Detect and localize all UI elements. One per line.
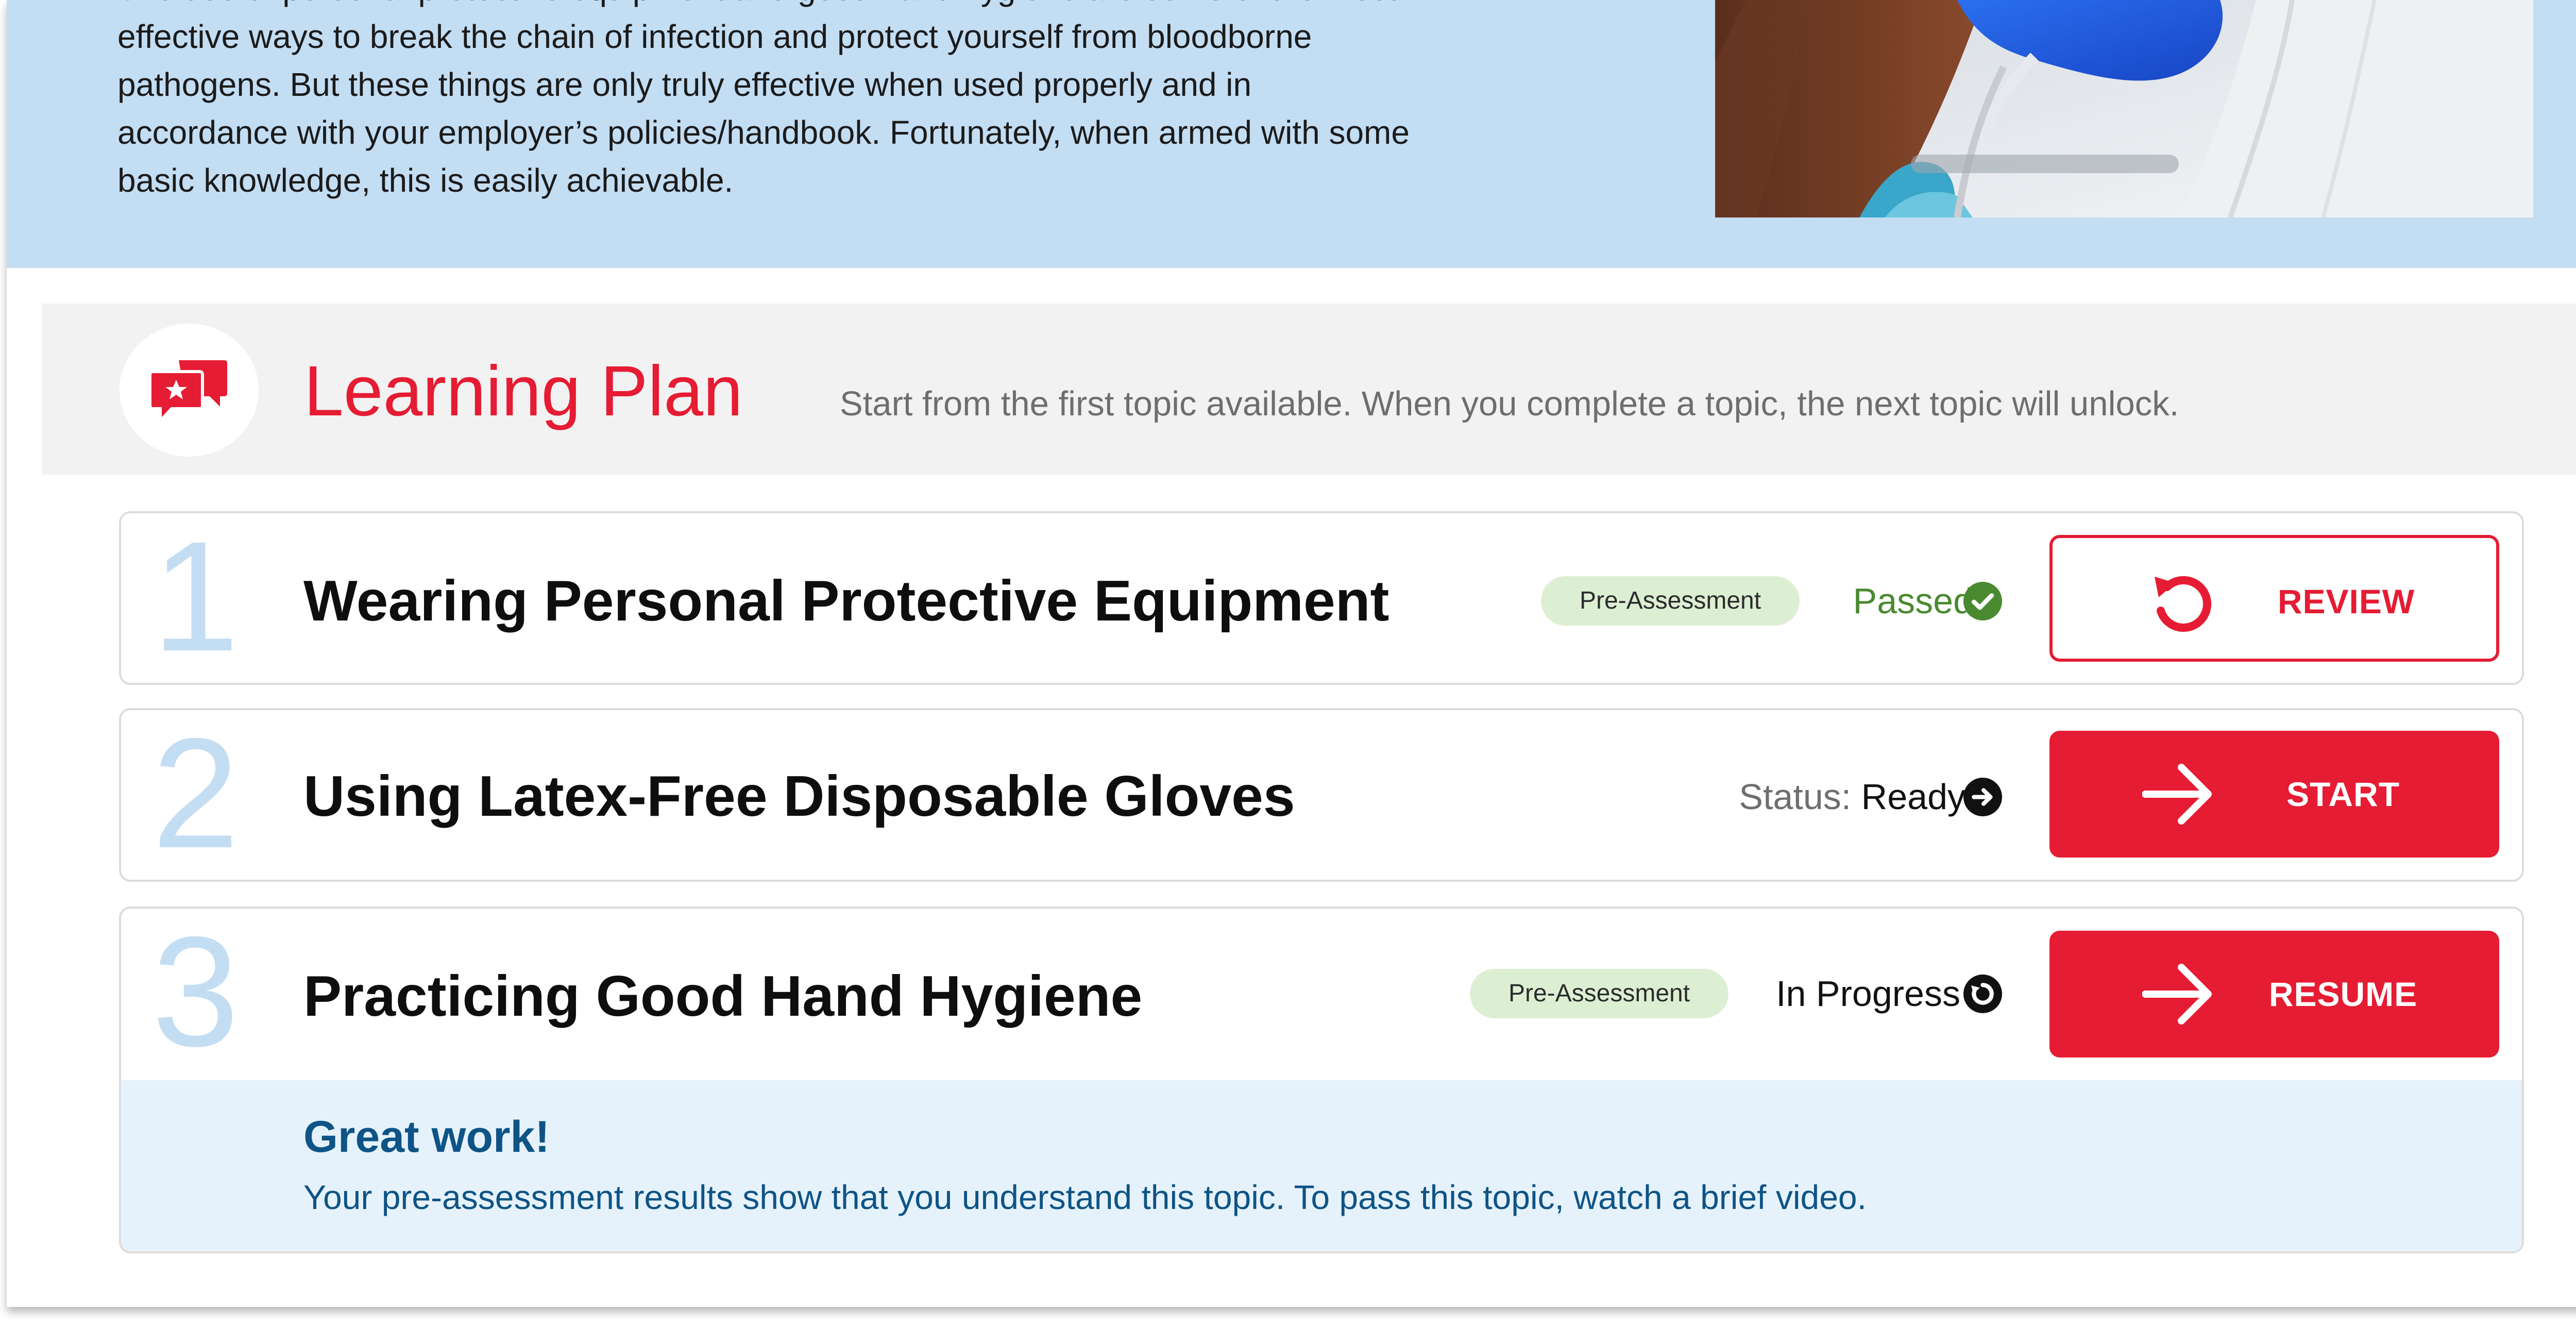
- arrow-circle-icon: [1963, 778, 2002, 816]
- topic-card-2: 2 Using Latex-Free Disposable Gloves Sta…: [119, 708, 2524, 882]
- status-prefix: Status:: [1739, 777, 1852, 817]
- pre-assessment-badge: Pre-Assessment: [1470, 969, 1728, 1018]
- topic-card-1: 1 Wearing Personal Protective Equipment …: [119, 511, 2524, 685]
- hero-description: The use of personal protective equipment…: [117, 0, 1663, 205]
- learning-plan-title: Learning Plan: [304, 351, 743, 431]
- status-value: Ready: [1861, 777, 1965, 817]
- topic-title: Using Latex-Free Disposable Gloves: [303, 764, 1295, 828]
- start-button[interactable]: START: [2049, 731, 2499, 858]
- topic-card-3: 3 Practicing Good Hand Hygiene Pre-Asses…: [119, 907, 2524, 1253]
- resume-button-label: RESUME: [2268, 975, 2418, 1013]
- topic-status: Status: Ready: [1605, 772, 1965, 821]
- review-button-label: REVIEW: [2277, 582, 2415, 620]
- topic-title: Wearing Personal Protective Equipment: [303, 569, 1389, 633]
- start-button-label: START: [2286, 775, 2400, 813]
- progress-circle-icon: [1963, 975, 2002, 1013]
- hero-text-line: basic knowledge, this is easily achievab…: [117, 162, 734, 199]
- resume-button[interactable]: RESUME: [2049, 931, 2499, 1058]
- topic-number: 1: [152, 511, 240, 684]
- check-circle-icon: [1963, 582, 2002, 620]
- topic-number: 3: [152, 907, 240, 1079]
- arrow-right-icon: [2142, 960, 2214, 1028]
- refresh-icon: [2145, 567, 2217, 635]
- topic-number: 2: [152, 708, 240, 881]
- hero-banner: The use of personal protective equipment…: [7, 0, 2576, 268]
- hero-text-line: effective ways to break the chain of inf…: [117, 18, 1312, 55]
- pre-assessment-badge: Pre-Assessment: [1541, 576, 1800, 626]
- arrow-right-icon: [2142, 760, 2214, 828]
- feedback-heading: Great work!: [303, 1112, 550, 1162]
- feedback-panel: Great work! Your pre-assessment results …: [121, 1080, 2522, 1251]
- feedback-message: Your pre-assessment results show that yo…: [303, 1178, 1867, 1216]
- topic-status: In Progress: [1776, 973, 1960, 1014]
- review-button[interactable]: REVIEW: [2049, 535, 2499, 662]
- hero-text-line: accordance with your employer’s policies…: [117, 114, 1410, 151]
- topic-title: Practicing Good Hand Hygiene: [303, 964, 1143, 1028]
- topic-status: Passed: [1853, 581, 1973, 621]
- learning-plan-header: Learning Plan Start from the first topic…: [42, 304, 2576, 475]
- hero-photo: [1715, 0, 2533, 217]
- hero-text-line: pathogens. But these things are only tru…: [117, 66, 1252, 103]
- learning-plan-instructions: Start from the first topic available. Wh…: [840, 384, 2179, 423]
- hero-text-line: The use of personal protective equipment…: [117, 0, 1397, 7]
- chat-bubbles-star-icon: [120, 324, 259, 457]
